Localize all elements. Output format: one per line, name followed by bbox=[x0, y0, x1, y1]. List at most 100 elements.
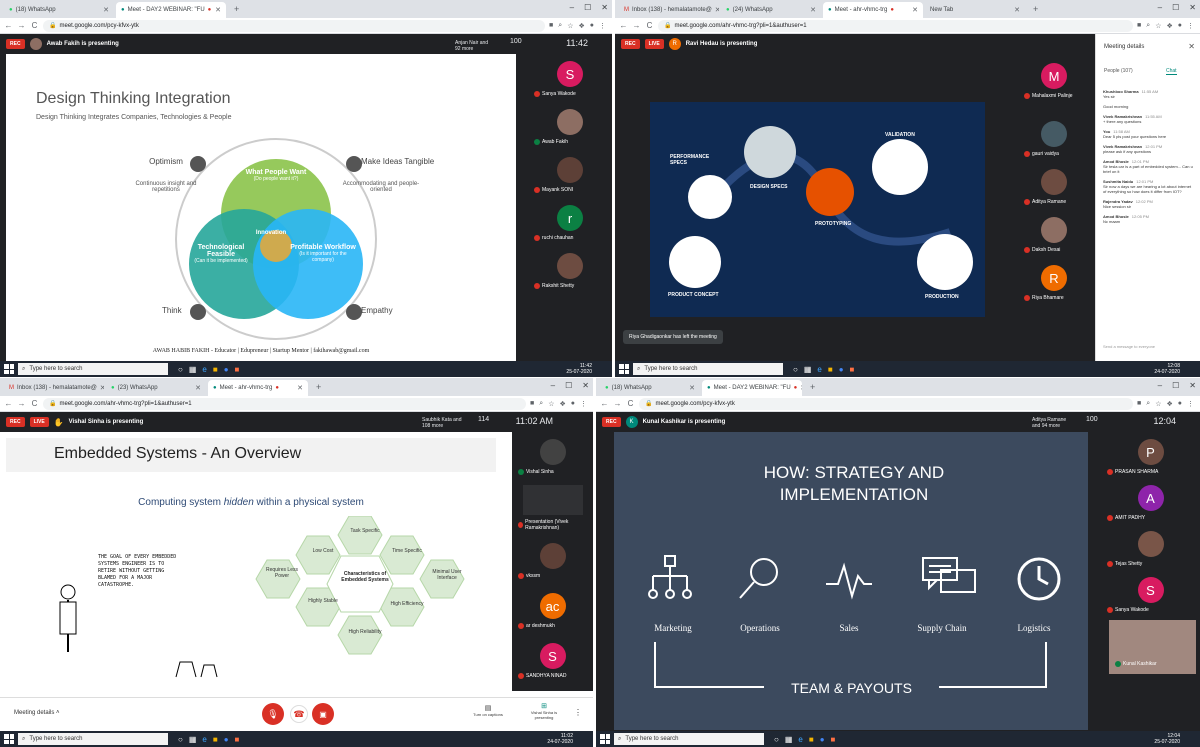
zoom-icon[interactable]: ⌕ bbox=[539, 400, 543, 408]
windows-start-icon[interactable] bbox=[4, 734, 14, 744]
zoom-icon[interactable]: ⌕ bbox=[1146, 22, 1150, 30]
url-field[interactable]: 🔒 meet.google.com/ahr-vhmc-trg?pli=1&auth… bbox=[43, 397, 527, 410]
taskbar-apps[interactable]: ○ ▦ e ■ ● ■ bbox=[178, 735, 239, 744]
chat-tab[interactable]: Chat bbox=[1166, 68, 1177, 75]
more-options-icon[interactable]: ⋮ bbox=[574, 708, 582, 717]
taskbar-apps[interactable]: ○ ▦ e ■ ● ■ bbox=[793, 365, 854, 374]
reload-icon[interactable]: C bbox=[626, 399, 635, 408]
forward-icon[interactable]: → bbox=[17, 399, 26, 408]
tab-gmail[interactable]: M Inbox (138) - hemalatamote@ ✕ bbox=[4, 380, 104, 396]
camera-icon[interactable]: ■ bbox=[1137, 400, 1141, 408]
taskbar-apps[interactable]: ○ ▦ e ■ ● ■ bbox=[178, 365, 239, 374]
camera-off-button[interactable]: ▣ bbox=[312, 703, 334, 725]
star-icon[interactable]: ☆ bbox=[548, 400, 554, 408]
participant-tile[interactable]: Aditya Ramane bbox=[1018, 164, 1090, 210]
menu-icon[interactable]: ⋮ bbox=[1187, 400, 1194, 408]
taskbar-search[interactable]: ⌕ Type here to search bbox=[18, 733, 168, 745]
tab-whatsapp[interactable]: ● (23) WhatsApp ✕ bbox=[106, 380, 206, 396]
close-icon[interactable]: ✕ bbox=[1188, 42, 1195, 51]
window-controls[interactable]: – ☐ ✕ bbox=[570, 3, 608, 12]
camera-icon[interactable]: ■ bbox=[549, 22, 553, 30]
camera-icon[interactable]: ■ bbox=[1137, 22, 1141, 30]
tab-meet[interactable]: ●Meet - DAY2 WEBINAR: "FU●✕ bbox=[116, 2, 226, 18]
window-controls[interactable]: – ☐ ✕ bbox=[551, 381, 589, 390]
tab-gmail[interactable]: M Inbox (138) - hemalatamote@ ✕ bbox=[619, 2, 719, 18]
zoom-icon[interactable]: ⌕ bbox=[1146, 400, 1150, 408]
forward-icon[interactable]: → bbox=[632, 21, 641, 30]
participant-tile[interactable]: S SANDHYA NINAD bbox=[512, 638, 593, 684]
profile-icon[interactable]: ● bbox=[590, 22, 594, 30]
window-controls[interactable]: – ☐ ✕ bbox=[1158, 381, 1196, 390]
taskbar-search[interactable]: ⌕ Type here to search bbox=[633, 363, 783, 375]
participant-tile[interactable]: P PRASAN SHARMA bbox=[1101, 434, 1200, 480]
people-tab[interactable]: People (107) bbox=[1104, 68, 1133, 74]
back-icon[interactable]: ← bbox=[4, 21, 13, 30]
captions-button[interactable]: ▤ Turn on captions bbox=[468, 704, 508, 717]
participant-count[interactable]: 114 bbox=[478, 416, 489, 423]
tab-whatsapp[interactable]: ● (18) WhatsApp ✕ bbox=[4, 2, 114, 18]
participant-tile[interactable]: Vishal Sinha bbox=[512, 434, 593, 480]
windows-start-icon[interactable] bbox=[619, 364, 629, 374]
participant-tile[interactable]: A AMIT PADHY bbox=[1101, 480, 1200, 526]
tab-meet[interactable]: ●Meet - DAY2 WEBINAR: "FU●✕ bbox=[702, 380, 802, 396]
participant-tile[interactable]: M Mahalaxmi Palinje bbox=[1018, 58, 1090, 104]
taskbar-search[interactable]: ⌕ Type here to search bbox=[614, 733, 764, 745]
participant-tile[interactable]: ac ar deshmukh bbox=[512, 588, 593, 634]
taskbar-search[interactable]: ⌕ Type here to search bbox=[18, 363, 168, 375]
participant-count[interactable]: 100 bbox=[1086, 416, 1098, 423]
participant-tile[interactable]: S Sanya Wakode bbox=[528, 56, 612, 102]
present-now-button[interactable]: ⊞ Vishal Sinha is presenting bbox=[524, 702, 564, 720]
participant-tile[interactable]: Mayank SONI bbox=[528, 152, 612, 198]
participant-tile[interactable]: vkssm bbox=[512, 538, 593, 584]
tab-new[interactable]: New Tab ✕ bbox=[925, 2, 1025, 18]
profile-icon[interactable]: ● bbox=[571, 400, 575, 408]
star-icon[interactable]: ☆ bbox=[1155, 400, 1161, 408]
participant-tile[interactable]: Daksh Desai bbox=[1018, 212, 1090, 258]
new-tab-button[interactable]: + bbox=[228, 4, 245, 14]
tab-whatsapp[interactable]: ● (18) WhatsApp ✕ bbox=[600, 380, 700, 396]
extension-icon[interactable]: ❖ bbox=[578, 22, 584, 30]
extensions[interactable]: ■ ⌕ ☆ ❖ ● ⋮ bbox=[549, 22, 612, 30]
extensions[interactable]: ■ ⌕ ☆ ❖ ● ⋮ bbox=[530, 400, 593, 408]
back-icon[interactable]: ← bbox=[4, 399, 13, 408]
new-tab-button[interactable]: + bbox=[1027, 4, 1044, 14]
star-icon[interactable]: ☆ bbox=[1155, 22, 1161, 30]
extensions[interactable]: ■ ⌕ ☆ ❖ ● ⋮ bbox=[1137, 22, 1200, 30]
reload-icon[interactable]: C bbox=[645, 21, 654, 30]
menu-icon[interactable]: ⋮ bbox=[580, 400, 587, 408]
participant-tile[interactable]: R Riya Bhamare bbox=[1018, 260, 1090, 306]
participant-tile[interactable]: r ruchi chauhan bbox=[528, 200, 612, 246]
chat-input[interactable]: Send a message to everyone bbox=[1103, 344, 1155, 349]
forward-icon[interactable]: → bbox=[17, 21, 26, 30]
leave-call-button[interactable]: ☎ bbox=[290, 705, 308, 723]
back-icon[interactable]: ← bbox=[619, 21, 628, 30]
meeting-details-button[interactable]: Meeting details ˄ bbox=[14, 710, 60, 716]
participant-tile[interactable]: Presentation (Vivek Ramakrishnan) bbox=[512, 482, 593, 534]
mic-off-button[interactable]: 🎙 bbox=[262, 703, 284, 725]
tab-meet[interactable]: ● Meet - ahr-vhmc-trg ● ✕ bbox=[208, 380, 308, 396]
participant-tile[interactable]: Kunal Kashikar bbox=[1109, 620, 1196, 674]
forward-icon[interactable]: → bbox=[613, 399, 622, 408]
window-controls[interactable]: – ☐ ✕ bbox=[1158, 3, 1196, 12]
extensions[interactable]: ■ ⌕ ☆ ❖ ● ⋮ bbox=[1137, 400, 1200, 408]
extension-icon[interactable]: ❖ bbox=[559, 400, 565, 408]
windows-start-icon[interactable] bbox=[4, 364, 14, 374]
profile-icon[interactable]: ● bbox=[1178, 400, 1182, 408]
camera-icon[interactable]: ■ bbox=[530, 400, 534, 408]
extension-icon[interactable]: ❖ bbox=[1166, 22, 1172, 30]
reload-icon[interactable]: C bbox=[30, 21, 39, 30]
zoom-icon[interactable]: ⌕ bbox=[558, 22, 562, 30]
tab-meet[interactable]: ● Meet - ahr-vhmc-trg ● ✕ bbox=[823, 2, 923, 18]
menu-icon[interactable]: ⋮ bbox=[1187, 22, 1194, 30]
menu-icon[interactable]: ⋮ bbox=[599, 22, 606, 30]
reload-icon[interactable]: C bbox=[30, 399, 39, 408]
back-icon[interactable]: ← bbox=[600, 399, 609, 408]
url-field[interactable]: 🔒 meet.google.com/ahr-vhmc-trg?pli=1&auth… bbox=[658, 19, 1134, 32]
new-tab-button[interactable]: + bbox=[804, 382, 821, 392]
star-icon[interactable]: ☆ bbox=[567, 22, 573, 30]
url-field[interactable]: 🔒 meet.google.com/pcy-kfvx-ytk bbox=[43, 19, 546, 32]
participant-tile[interactable]: Rakshit Shetty bbox=[528, 248, 612, 294]
extension-icon[interactable]: ❖ bbox=[1166, 400, 1172, 408]
tab-whatsapp[interactable]: ● (24) WhatsApp ✕ bbox=[721, 2, 821, 18]
participant-count[interactable]: 100 bbox=[510, 38, 522, 45]
